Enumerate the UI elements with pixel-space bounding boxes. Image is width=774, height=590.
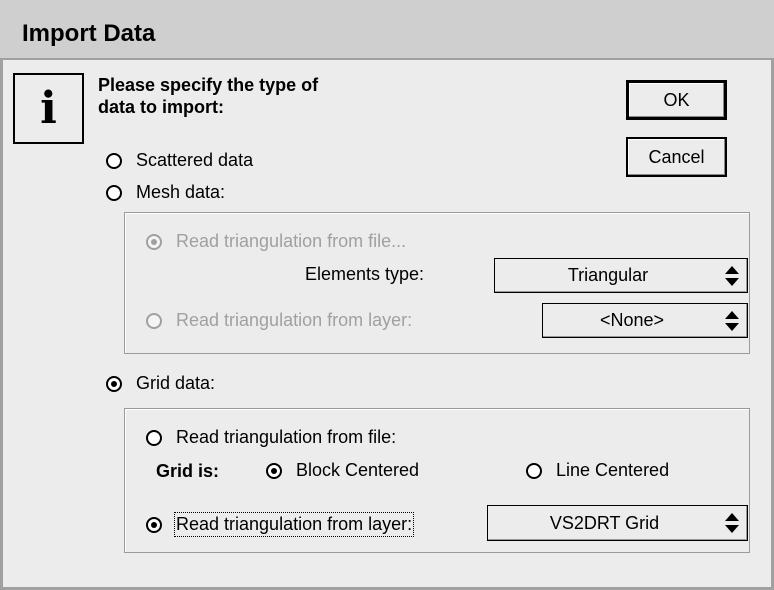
mesh-data-radio[interactable] <box>106 184 122 201</box>
grid-is-label: Grid is: <box>156 461 220 481</box>
cancel-button[interactable]: Cancel <box>626 137 727 177</box>
grid-read-from-layer-radio[interactable] <box>146 516 162 533</box>
import-data-dialog: Import Data i Please specify the type of… <box>0 0 774 590</box>
grid-read-from-layer-option[interactable]: Read triangulation from layer: <box>146 512 415 537</box>
mesh-data-option[interactable]: Mesh data: <box>106 182 225 203</box>
scattered-data-radio[interactable] <box>106 152 122 169</box>
mesh-read-from-file-radio[interactable] <box>146 233 162 250</box>
select-arrows-icon <box>725 310 739 331</box>
mesh-read-from-layer-radio[interactable] <box>146 312 162 329</box>
window-frame-left <box>0 60 3 590</box>
scattered-data-option[interactable]: Scattered data <box>106 150 253 171</box>
mesh-layer-select[interactable]: <None> <box>542 303 748 338</box>
line-centered-radio[interactable] <box>526 462 542 479</box>
elements-type-select[interactable]: Triangular <box>494 258 748 293</box>
grid-layer-select[interactable]: VS2DRT Grid <box>487 505 748 541</box>
block-centered-option[interactable]: Block Centered <box>266 460 419 481</box>
ok-button[interactable]: OK <box>626 80 727 120</box>
grid-read-from-file-option[interactable]: Read triangulation from file: <box>146 427 396 448</box>
title-bar[interactable]: Import Data <box>0 0 774 60</box>
grid-data-radio[interactable] <box>106 375 122 392</box>
grid-data-option[interactable]: Grid data: <box>106 373 215 394</box>
select-arrows-icon <box>725 265 739 286</box>
mesh-read-from-file-option[interactable]: Read triangulation from file... <box>146 231 406 252</box>
elements-type-label: Elements type: <box>305 264 425 284</box>
prompt-text: Please specify the type of data to impor… <box>98 75 319 117</box>
mesh-read-from-layer-option[interactable]: Read triangulation from layer: <box>146 310 412 331</box>
window-title: Import Data <box>22 20 156 47</box>
grid-read-from-file-radio[interactable] <box>146 429 162 446</box>
select-arrows-icon <box>725 513 739 533</box>
info-icon: i <box>13 73 84 144</box>
block-centered-radio[interactable] <box>266 462 282 479</box>
line-centered-option[interactable]: Line Centered <box>526 460 669 481</box>
